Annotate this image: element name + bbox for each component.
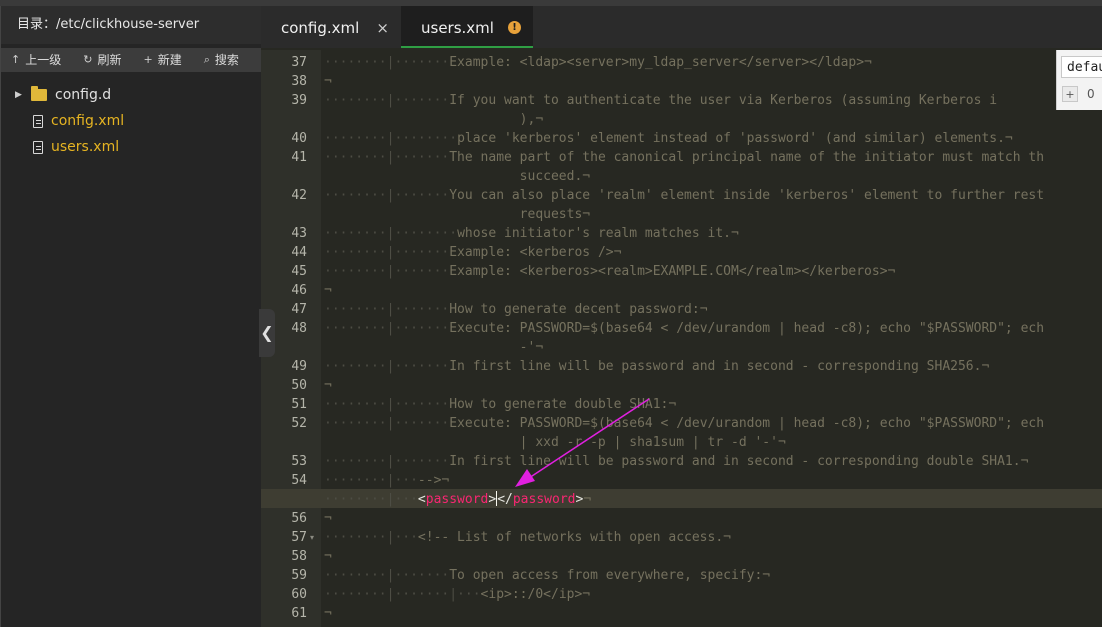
unsaved-warning-icon: !: [508, 21, 521, 34]
file-icon: [33, 114, 43, 128]
find-input[interactable]: defau: [1061, 56, 1102, 78]
plus-icon: +: [143, 53, 153, 66]
chevron-right-icon[interactable]: ▶: [15, 82, 25, 108]
find-add-button[interactable]: +: [1062, 86, 1078, 102]
tree-item-label: users.xml: [51, 139, 120, 155]
tree-item-file[interactable]: config.xml: [1, 108, 261, 134]
tree-item-label: config.d: [55, 87, 112, 103]
new-button[interactable]: + 新建: [121, 48, 181, 72]
refresh-label: 刷新: [97, 53, 122, 67]
file-tree: ▶ config.d config.xml users.xml: [1, 82, 261, 160]
new-label: 新建: [157, 53, 182, 67]
folder-icon: [31, 86, 47, 101]
tab-label: config.xml: [281, 19, 360, 37]
collapse-sidebar-button[interactable]: ❮: [259, 309, 275, 357]
up-level-label: 上一级: [25, 53, 62, 67]
tree-item-label: config.xml: [51, 113, 125, 129]
code-editor[interactable]: 3738394041424344454647484950515253545556…: [261, 50, 1102, 627]
refresh-icon: ↻: [83, 53, 93, 66]
tree-item-folder[interactable]: ▶ config.d: [1, 82, 261, 108]
tab-config-xml[interactable]: config.xml ×: [261, 6, 401, 48]
arrow-up-icon: ↑: [11, 53, 21, 66]
annotation-arrow-head: [515, 469, 535, 487]
annotation-arrow-line: [528, 398, 650, 479]
chevron-left-icon: ❮: [260, 323, 274, 342]
file-sidebar: 目录：/etc/clickhouse-server ↑ 上一级 ↻ 刷新 + 新…: [0, 6, 261, 627]
tab-label: users.xml: [421, 19, 494, 37]
sidebar-toolbar: ↑ 上一级 ↻ 刷新 + 新建 ⌕ 搜索: [1, 48, 261, 72]
directory-path: 目录：/etc/clickhouse-server: [1, 6, 261, 44]
close-icon[interactable]: ×: [376, 6, 389, 50]
file-icon: [33, 140, 43, 154]
search-label: 搜索: [214, 53, 239, 67]
tree-item-file[interactable]: users.xml: [1, 134, 261, 160]
search-icon: ⌕: [203, 53, 210, 66]
search-button[interactable]: ⌕ 搜索: [182, 48, 239, 72]
find-match-count: 0: [1087, 87, 1095, 101]
up-level-button[interactable]: ↑ 上一级: [1, 48, 61, 72]
annotation-arrow: [515, 398, 650, 487]
editor-tab-bar: config.xml × users.xml !: [261, 6, 1102, 48]
tab-users-xml[interactable]: users.xml !: [401, 6, 533, 48]
find-widget: defau + 0: [1056, 50, 1102, 110]
refresh-button[interactable]: ↻ 刷新: [61, 48, 121, 72]
